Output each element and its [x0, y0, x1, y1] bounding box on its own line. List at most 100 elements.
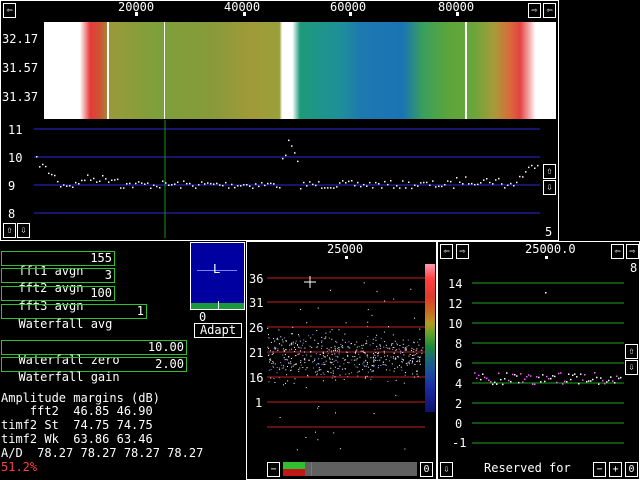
baseband-sample	[295, 349, 297, 350]
spectrum-sample	[525, 171, 527, 173]
s-meter-sample	[588, 380, 590, 382]
spectrum-sample	[519, 175, 521, 178]
s-meter-sample	[522, 381, 524, 383]
baseband-sample	[324, 363, 326, 365]
baseband-sample	[408, 363, 410, 365]
baseband-frequency: 25000	[327, 242, 364, 256]
baseband-sample	[376, 334, 378, 336]
baseband-sample	[311, 347, 313, 348]
baseband-sample	[363, 364, 365, 366]
baseband-minus-button[interactable]: −	[267, 462, 280, 477]
waterfall-zero-field[interactable]: Waterfall zero 10.00	[1, 340, 187, 367]
s-meter-down2-button[interactable]: ⇩	[440, 462, 453, 477]
s-meter-sample	[550, 377, 552, 380]
waterfall-line	[465, 22, 467, 119]
baseband-sample	[402, 359, 404, 360]
baseband-sample	[283, 384, 284, 386]
fft2-avgn-field[interactable]: fft2 avgn 3	[1, 268, 115, 295]
level-meter-box[interactable]: L	[190, 242, 245, 310]
s-meter-plus-button[interactable]: +	[609, 462, 622, 477]
spectrum-sample	[84, 179, 86, 182]
s-meter-left-button[interactable]: ⇦	[440, 244, 453, 259]
baseband-sample	[330, 372, 332, 374]
s-meter-plot[interactable]	[438, 262, 624, 460]
baseband-sample	[297, 334, 299, 336]
fft3-avgn-field[interactable]: fft3 avgn 100	[1, 286, 115, 313]
baseband-sample	[283, 337, 285, 339]
s-meter-zero-button[interactable]: 0	[625, 462, 638, 477]
baseband-sample	[317, 363, 319, 365]
baseband-sample	[317, 342, 319, 344]
baseband-sample	[398, 364, 400, 366]
waterfall-gain-field[interactable]: Waterfall gain 2.00	[1, 357, 187, 384]
baseband-sample	[406, 364, 408, 366]
spectrum-sample	[375, 181, 377, 184]
baseband-plot[interactable]	[247, 260, 435, 460]
gain-down-button[interactable]: ⇩	[543, 180, 556, 195]
baseband-sample	[369, 344, 371, 346]
baseband-sample	[285, 369, 287, 371]
baseband-sample	[413, 348, 415, 350]
baseband-sample	[318, 367, 320, 369]
fft1-avgn-field[interactable]: fft1 avgn 155	[1, 251, 115, 278]
baseband-sample	[281, 364, 283, 366]
waterfall-display[interactable]	[44, 22, 556, 119]
baseband-sample	[289, 349, 291, 351]
s-meter-right2-button[interactable]: ⇨	[626, 244, 639, 259]
s-meter-minus-button[interactable]: −	[593, 462, 606, 477]
baseband-sample	[337, 361, 339, 363]
baseband-sample	[338, 368, 340, 369]
baseband-sample	[347, 376, 349, 378]
spectrum-sample	[72, 186, 74, 188]
zoom-down-button[interactable]: ⇩	[17, 223, 30, 238]
baseband-sample	[276, 337, 278, 339]
baseband-sample	[391, 344, 392, 346]
baseband-sample	[272, 365, 274, 367]
baseband-sample	[366, 363, 368, 365]
baseband-sample	[335, 359, 337, 361]
spectrum-sample	[171, 184, 173, 186]
baseband-sample	[337, 368, 339, 370]
spectrum-sample	[69, 185, 71, 187]
freq-tick-mark	[243, 12, 246, 16]
spectrum-sample	[285, 154, 287, 157]
baseband-sample	[275, 338, 277, 340]
baseband-zero-button[interactable]: 0	[420, 462, 433, 477]
baseband-volume-slider[interactable]	[283, 462, 417, 476]
spectrum-sample	[168, 184, 170, 186]
s-meter-left2-button[interactable]: ⇦	[611, 244, 624, 259]
baseband-sample	[404, 347, 406, 349]
s-meter-up-button[interactable]: ⇧	[625, 344, 638, 359]
spectrum-db-label: 9	[8, 179, 16, 193]
baseband-sample	[419, 359, 421, 361]
s-meter-sample	[586, 380, 588, 383]
s-meter-down-button[interactable]: ⇩	[625, 360, 638, 375]
fft2-avgn-value: 3	[104, 268, 112, 282]
spectrum-sample	[507, 184, 509, 186]
adapt-button[interactable]: Adapt	[194, 323, 242, 338]
baseband-sample	[275, 347, 277, 349]
baseband-sample	[374, 355, 376, 356]
baseband-sample	[339, 349, 340, 351]
baseband-sample	[378, 352, 379, 354]
baseband-sample	[348, 373, 350, 375]
baseband-sample	[377, 353, 379, 355]
baseband-sample	[293, 382, 295, 384]
spectrum-sample	[216, 182, 218, 185]
zoom-up-button[interactable]: ⇧	[3, 223, 16, 238]
gain-up-button[interactable]: ⇧	[543, 164, 556, 179]
baseband-sample	[351, 359, 353, 361]
baseband-sample	[416, 373, 418, 375]
spectrum-sample	[222, 184, 224, 187]
baseband-sample	[310, 351, 312, 353]
s-meter-sample	[554, 375, 556, 378]
baseband-sample	[303, 339, 305, 341]
baseband-sample	[395, 358, 397, 360]
spectrum-plot[interactable]	[0, 120, 558, 240]
baseband-sample	[277, 350, 279, 352]
s-meter-right-button[interactable]: ⇨	[456, 244, 469, 259]
baseband-sample	[373, 413, 375, 415]
waterfall-avg-field[interactable]: Waterfall avg 1	[1, 304, 147, 331]
baseband-sample	[407, 362, 409, 364]
spectrum-sample	[261, 182, 263, 184]
